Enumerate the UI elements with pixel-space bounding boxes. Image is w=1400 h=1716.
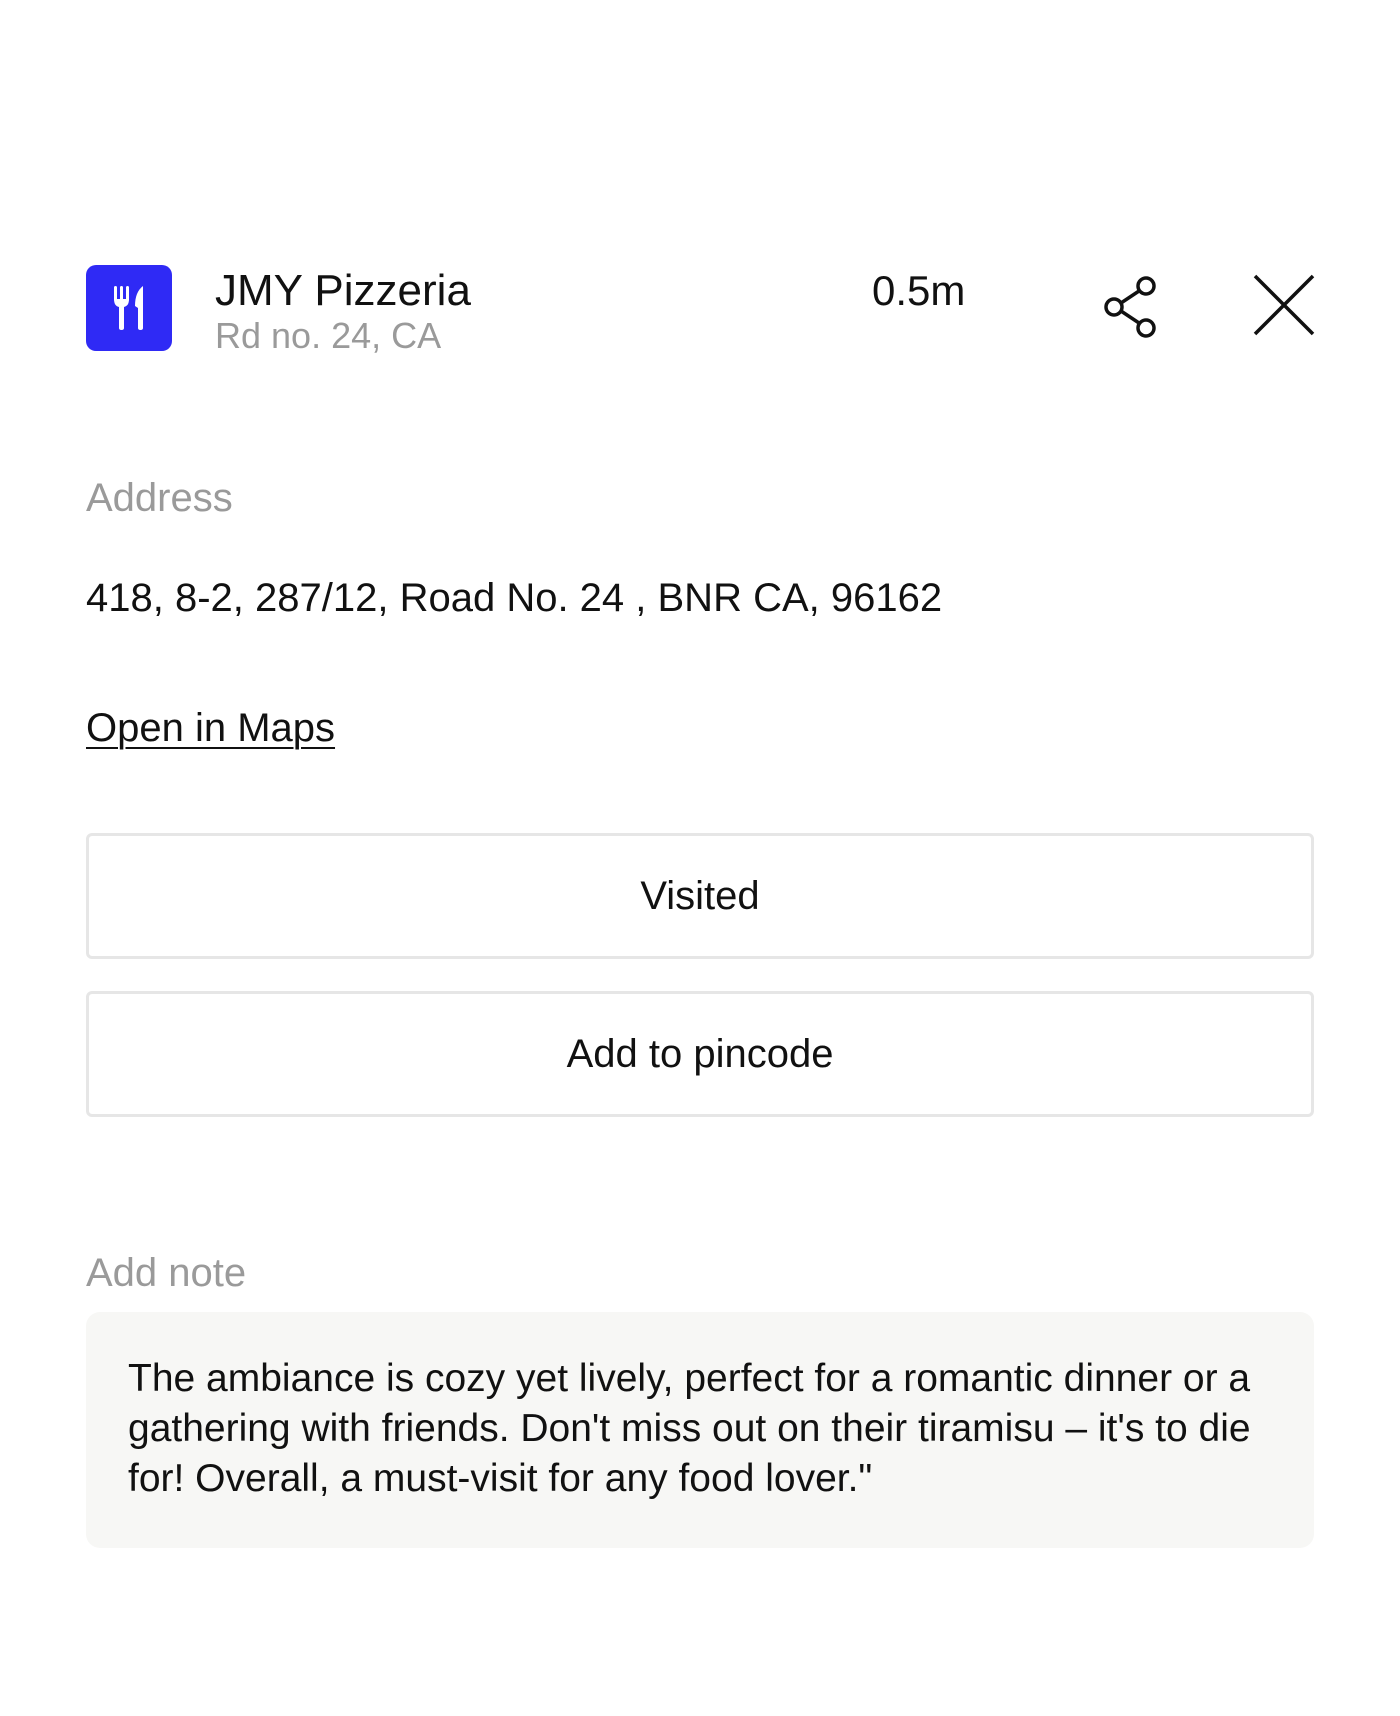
address-label: Address bbox=[86, 476, 233, 520]
fork-knife-glyph bbox=[114, 286, 143, 330]
address-value: 418, 8-2, 287/12, Road No. 24 , BNR CA, … bbox=[86, 576, 943, 620]
fork-knife-icon bbox=[86, 265, 172, 351]
visited-button[interactable]: Visited bbox=[86, 833, 1314, 959]
place-header: JMY Pizzeria Rd no. 24, CA 0.5m bbox=[86, 265, 1316, 356]
note-textarea[interactable]: The ambiance is cozy yet lively, perfect… bbox=[86, 1312, 1314, 1548]
place-subtitle: Rd no. 24, CA bbox=[215, 315, 442, 356]
close-button[interactable] bbox=[1252, 273, 1316, 337]
distance-value: 0.5m bbox=[872, 267, 966, 314]
add-to-pincode-button[interactable]: Add to pincode bbox=[86, 991, 1314, 1117]
share-button[interactable] bbox=[1098, 273, 1162, 341]
close-icon bbox=[1253, 274, 1315, 336]
place-title: JMY Pizzeria bbox=[215, 266, 471, 315]
add-note-label: Add note bbox=[86, 1251, 247, 1295]
share-icon bbox=[1104, 276, 1156, 338]
open-in-maps-link[interactable]: Open in Maps bbox=[86, 704, 335, 752]
